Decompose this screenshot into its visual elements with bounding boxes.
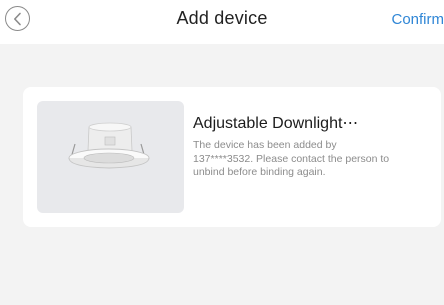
page-title: Add device: [176, 8, 268, 28]
downlight-icon: [68, 122, 150, 169]
confirm-button[interactable]: Confirm: [391, 11, 444, 28]
device-status-message: The device has been added by 137****3532…: [193, 139, 390, 179]
top-bar: Add device Confirm: [0, 0, 444, 44]
device-name: Adjustable Downlight⋯: [193, 115, 359, 132]
device-card[interactable]: Adjustable Downlight⋯ The device has bee…: [23, 87, 441, 227]
device-image: [37, 101, 184, 213]
